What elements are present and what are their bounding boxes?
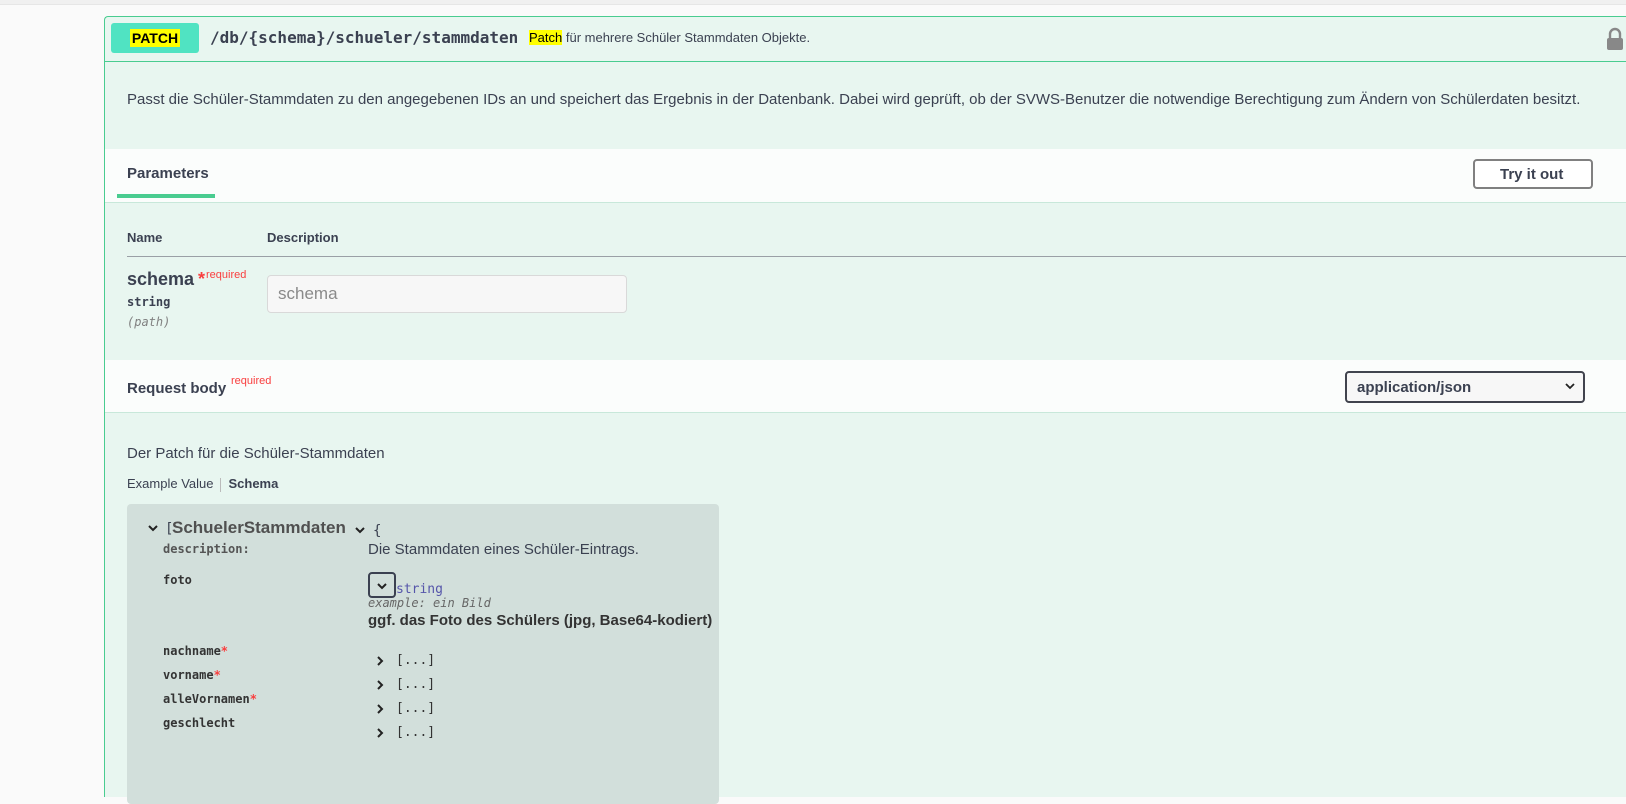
operation-path: /db/{schema}/schueler/stammdaten (210, 28, 519, 47)
chevron-right-icon (377, 704, 384, 714)
request-body-header: Request body required application/json (105, 360, 1626, 413)
property-type: string (396, 582, 443, 597)
column-header-description: Description (267, 230, 339, 245)
request-body-title: Request body (127, 380, 227, 397)
collapsed-value: [...] (396, 725, 436, 740)
tab-schema[interactable]: Schema (228, 476, 278, 491)
collapsed-value: [...] (396, 677, 436, 692)
chevron-right-icon (377, 656, 384, 666)
property-name: nachname* (163, 644, 229, 658)
tab-example-value[interactable]: Example Value (127, 476, 213, 491)
parameter-type: string (127, 295, 171, 309)
model-description: Die Stammdaten eines Schüler-Eintrags. (368, 541, 639, 558)
summary-highlight: Patch (529, 30, 563, 45)
property-description: ggf. das Foto des Schülers (jpg, Base64-… (368, 612, 713, 629)
column-header-name: Name (127, 230, 163, 245)
tab-separator (220, 477, 222, 492)
chevron-right-icon (377, 680, 384, 690)
page-top-border (0, 0, 1626, 5)
chevron-down-icon[interactable] (147, 522, 159, 534)
schema-input[interactable] (267, 275, 627, 313)
tab-parameters[interactable]: Parameters (127, 165, 209, 182)
column-divider (127, 256, 1626, 257)
parameter-required-label: required (206, 269, 247, 281)
parameters-header: Parameters Try it out (105, 149, 1626, 203)
parameter-location: (path) (127, 315, 171, 329)
required-star: * (198, 269, 206, 289)
model-description-key: description: (163, 542, 250, 556)
property-example: example: ein Bild (368, 596, 491, 610)
chevron-down-icon (377, 583, 387, 590)
tab-active-indicator (117, 194, 215, 198)
method-badge: PATCH (111, 23, 199, 53)
operation-summary-text: Patch für mehrere Schüler Stammdaten Obj… (529, 30, 810, 45)
example-schema-tabs: Example Value Schema (127, 476, 278, 492)
try-it-out-button[interactable]: Try it out (1473, 159, 1593, 189)
property-name: geschlecht (163, 716, 236, 730)
required-star: * (213, 668, 221, 682)
operation-summary[interactable]: PATCH /db/{schema}/schueler/stammdaten P… (105, 17, 1626, 62)
request-body-required: required (231, 375, 272, 387)
summary-rest: für mehrere Schüler Stammdaten Objekte. (562, 30, 811, 45)
foto-expand-button[interactable] (368, 572, 396, 598)
property-name: alleVornamen* (163, 692, 257, 706)
chevron-down-icon (1565, 383, 1575, 390)
lock-icon[interactable] (1606, 26, 1624, 52)
parameter-name-text: schema (127, 269, 195, 289)
property-name: vorname* (163, 668, 221, 682)
model-open-brace: { (373, 523, 382, 539)
operation-block-patch: PATCH /db/{schema}/schueler/stammdaten P… (104, 16, 1626, 804)
collapsed-value: [...] (396, 701, 436, 716)
method-label: PATCH (129, 29, 181, 47)
property-name-foto: foto (163, 573, 192, 587)
collapsed-value: [...] (396, 653, 436, 668)
required-star: * (249, 692, 257, 706)
request-body-description: Der Patch für die Schüler-Stammdaten (127, 445, 385, 462)
operation-description: Passt die Schüler-Stammdaten zu den ange… (127, 91, 1581, 108)
model-title[interactable]: SchuelerStammdaten (172, 518, 346, 538)
required-star: * (220, 644, 229, 658)
parameter-name: schema * (127, 269, 205, 290)
chevron-right-icon (377, 728, 384, 738)
chevron-down-icon[interactable] (354, 524, 366, 536)
schema-model-box: [ SchuelerStammdaten { description: Die … (127, 504, 719, 804)
content-type-select[interactable]: application/json (1345, 371, 1585, 403)
content-type-value: application/json (1357, 379, 1472, 396)
